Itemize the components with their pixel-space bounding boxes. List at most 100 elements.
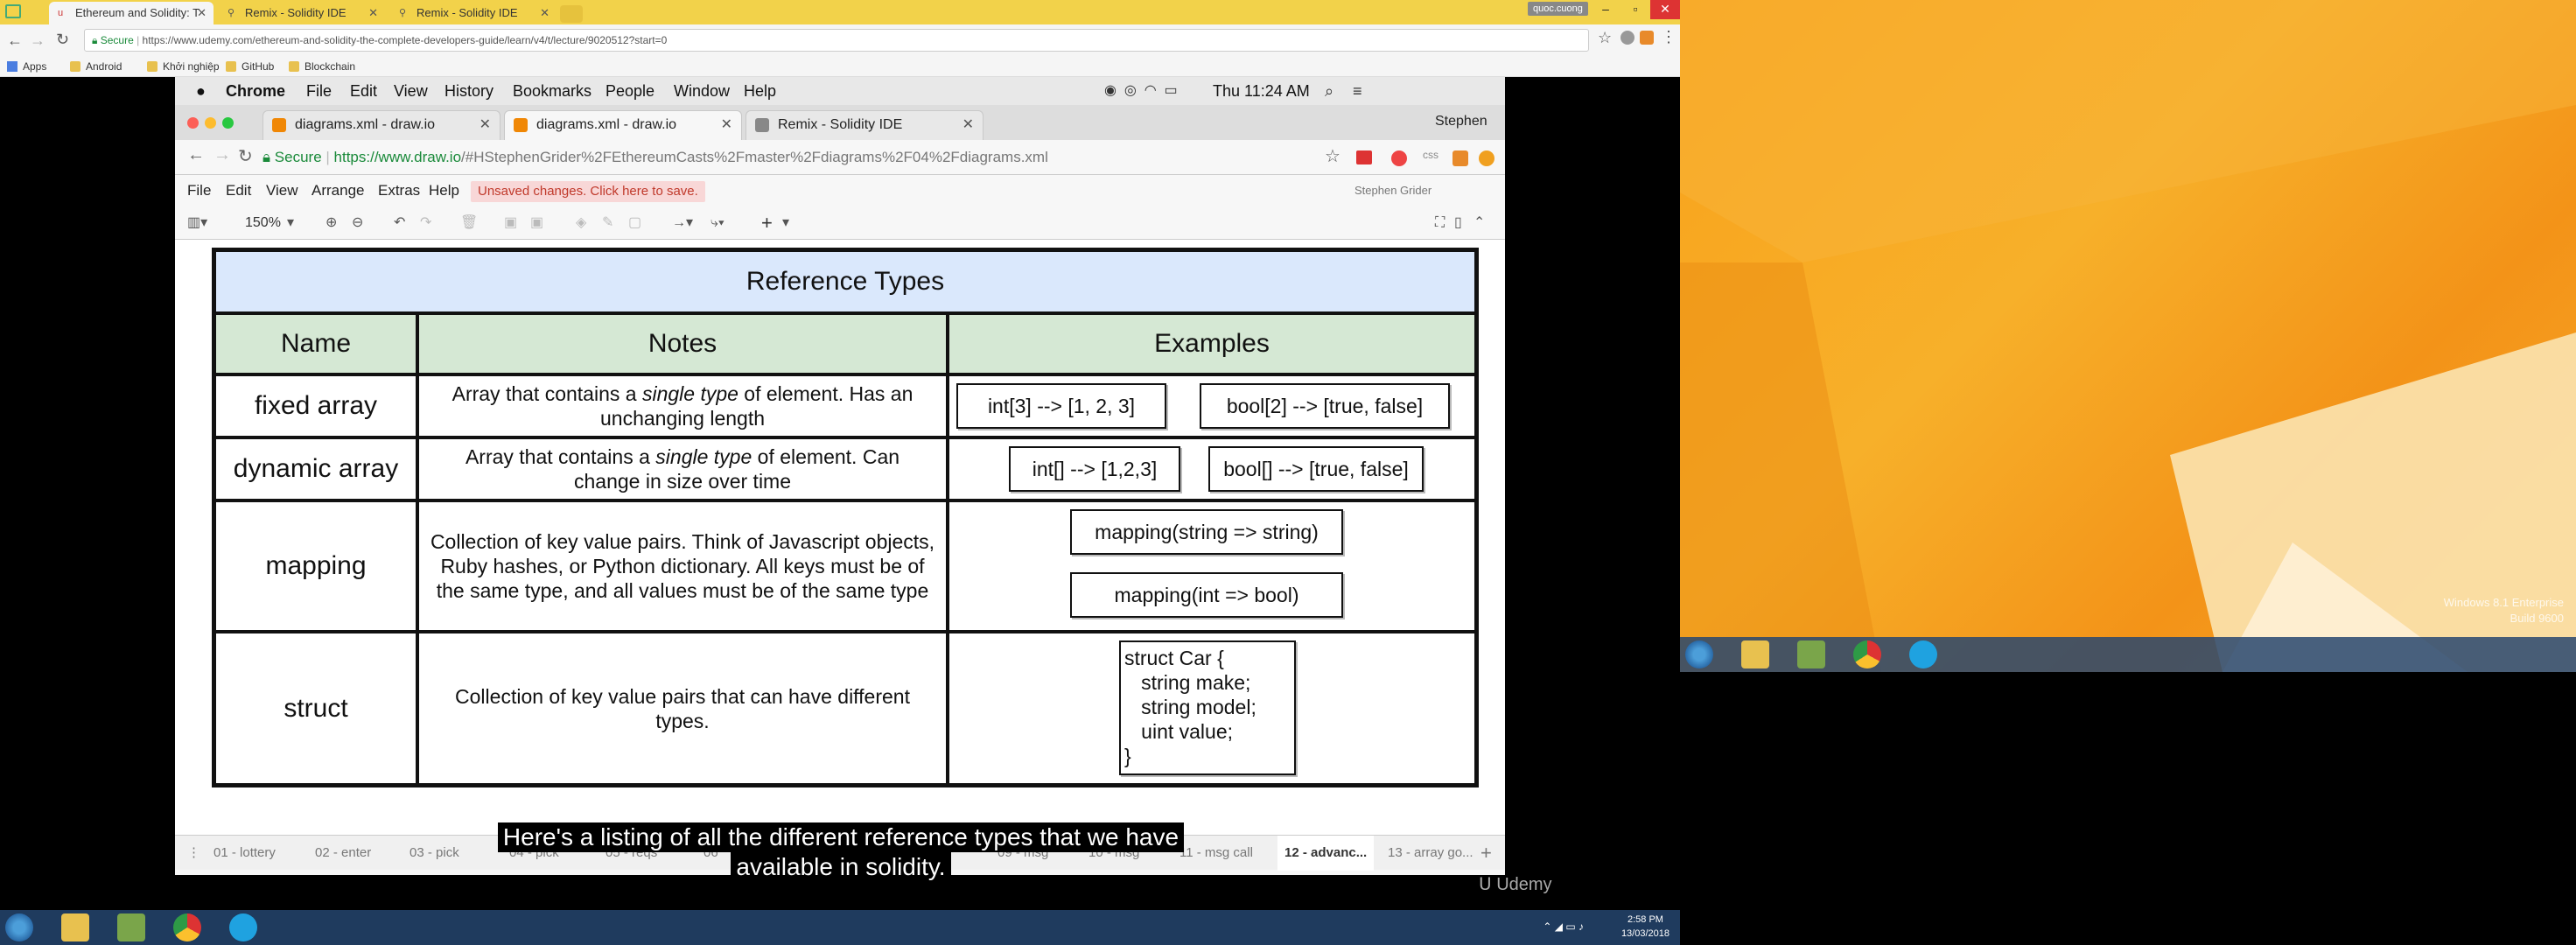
close-icon[interactable]: ✕ bbox=[197, 2, 206, 24]
extension-icon bbox=[1452, 150, 1468, 166]
header-notes: Notes bbox=[417, 313, 948, 374]
video-caption: Here's a listing of all the different re… bbox=[469, 822, 1213, 886]
lock-icon: 🔒︎ bbox=[92, 34, 101, 46]
bookmark-apps[interactable]: Apps bbox=[7, 56, 46, 77]
close-icon[interactable]: ✕ bbox=[368, 2, 378, 24]
close-icon[interactable]: ✕ bbox=[540, 2, 550, 24]
app-icon[interactable] bbox=[1797, 640, 1825, 668]
chevron-down-icon: ▾ bbox=[782, 215, 790, 230]
bookmark-github[interactable]: GitHub bbox=[226, 56, 274, 77]
zoom-dot bbox=[222, 117, 234, 129]
inner-tab-drawio-1: diagrams.xml - draw.io ✕ bbox=[262, 110, 500, 140]
close-dot bbox=[187, 117, 199, 129]
file-explorer-icon[interactable] bbox=[61, 914, 89, 942]
mac-menu-view: View bbox=[394, 82, 428, 100]
extension-icon[interactable] bbox=[1640, 31, 1654, 45]
mac-clock: Thu 11:24 AM bbox=[1213, 82, 1310, 100]
apple-icon: ● bbox=[196, 82, 206, 100]
windows-watermark: Windows 8.1 Enterprise Build 9600 bbox=[2443, 596, 2564, 625]
secure-label: Secure bbox=[100, 34, 134, 46]
mac-menu-history: History bbox=[444, 82, 494, 100]
user-badge[interactable]: quoc.cuong bbox=[1528, 2, 1588, 16]
drawio-menu-extras: Extras bbox=[378, 182, 421, 199]
redo-icon: ↷ bbox=[420, 215, 432, 230]
skype-icon[interactable] bbox=[229, 914, 257, 942]
example-box: int[3] --> [1, 2, 3] bbox=[956, 383, 1166, 429]
profile-name: Stephen bbox=[1435, 114, 1488, 129]
forward-icon[interactable]: → bbox=[30, 32, 46, 50]
drawio-menu-view: View bbox=[266, 182, 298, 199]
reload-icon: ↻ bbox=[238, 147, 253, 166]
collapse-icon: ⌃ bbox=[1474, 215, 1486, 230]
udemy-watermark: ᑌ Udemy bbox=[1479, 875, 1552, 894]
url-text: https://www.udemy.com/ethereum-and-solid… bbox=[142, 34, 668, 46]
right-monitor: Windows 8.1 Enterprise Build 9600 bbox=[1680, 0, 2576, 945]
wallpaper-shapes bbox=[1680, 0, 2576, 672]
taskbar-clock[interactable]: 2:58 PM 13/03/2018 bbox=[1621, 913, 1670, 941]
system-tray-icons[interactable]: ⌃ ◢ ▭ ♪ bbox=[1543, 920, 1584, 933]
mac-menu-bar: ● Chrome File Edit View History Bookmark… bbox=[175, 77, 1505, 105]
extension-icon[interactable] bbox=[1620, 31, 1634, 45]
reload-icon[interactable]: ↻ bbox=[56, 31, 69, 49]
mac-menu-help: Help bbox=[744, 82, 777, 100]
star-icon[interactable]: ☆ bbox=[1598, 29, 1612, 47]
app-icon[interactable] bbox=[117, 914, 145, 942]
fullscreen-icon: ⛶ bbox=[1435, 215, 1446, 230]
drawio-icon bbox=[272, 118, 286, 132]
drawio-menu-file: File bbox=[187, 182, 212, 199]
forward-icon: → bbox=[214, 145, 231, 164]
new-tab-button[interactable] bbox=[560, 5, 583, 23]
app-launcher-icon[interactable] bbox=[5, 4, 21, 18]
status-icons: ◉ ◎ ◠ ▭ bbox=[1104, 83, 1178, 98]
outer-tab-remix-2[interactable]: ⚲ Remix - Solidity IDE ✕ bbox=[390, 2, 556, 24]
waypoint-icon: ⤷▾ bbox=[710, 215, 724, 230]
example-box: int[] --> [1,2,3] bbox=[1009, 446, 1180, 492]
remix-icon bbox=[755, 118, 769, 132]
outer-address-field[interactable]: 🔒︎ Secure | https://www.udemy.com/ethere… bbox=[84, 29, 1589, 52]
row-note-dynamic-array: Array that contains a single type of ele… bbox=[417, 438, 948, 500]
unsaved-changes-notice: Unsaved changes. Click here to save. bbox=[471, 181, 705, 202]
fill-color-icon: ◈ bbox=[576, 215, 587, 230]
close-window-icon[interactable]: ✕ bbox=[1650, 0, 1680, 19]
remix-icon: ⚲ bbox=[228, 8, 235, 18]
example-box: mapping(int => bool) bbox=[1070, 572, 1343, 618]
line-color-icon: ✎ bbox=[602, 215, 614, 230]
chevron-down-icon: ▾ bbox=[287, 215, 295, 230]
page-tab: 02 - enter bbox=[315, 845, 372, 860]
inner-tab-remix: Remix - Solidity IDE ✕ bbox=[746, 110, 984, 140]
bookmark-android[interactable]: Android bbox=[70, 56, 122, 77]
drawio-menubar: File Edit View Arrange Extras Help Unsav… bbox=[175, 175, 1505, 206]
mac-menu-edit: Edit bbox=[350, 82, 378, 100]
tab-label: Remix - Solidity IDE bbox=[416, 6, 518, 19]
inner-tab-bar: diagrams.xml - draw.io ✕ diagrams.xml - … bbox=[175, 105, 1505, 140]
outer-tab-remix-1[interactable]: ⚲ Remix - Solidity IDE ✕ bbox=[219, 2, 385, 24]
search-icon: ⌕ bbox=[1325, 82, 1334, 100]
chrome-icon[interactable] bbox=[1853, 640, 1881, 668]
row-name-mapping: mapping bbox=[214, 500, 417, 632]
lock-icon: 🔒︎ bbox=[262, 149, 275, 165]
minimize-icon[interactable]: – bbox=[1591, 0, 1620, 19]
skype-icon[interactable] bbox=[1909, 640, 1937, 668]
maximize-icon[interactable]: ▫ bbox=[1620, 0, 1650, 19]
drawio-menu-edit: Edit bbox=[226, 182, 252, 199]
inner-tab-drawio-2: diagrams.xml - draw.io ✕ bbox=[504, 110, 742, 140]
outer-tab-bar: u Ethereum and Solidity: T ✕ ⚲ Remix - S… bbox=[0, 0, 1680, 24]
drawio-icon bbox=[514, 118, 528, 132]
start-button-icon[interactable] bbox=[1685, 640, 1713, 668]
drawio-menu-help: Help bbox=[429, 182, 459, 199]
bookmark-khoi-nghiep[interactable]: Khởi nghiệp bbox=[147, 56, 220, 77]
file-explorer-icon[interactable] bbox=[1741, 640, 1769, 668]
outer-tab-udemy[interactable]: u Ethereum and Solidity: T ✕ bbox=[49, 2, 214, 24]
row-name-dynamic-array: dynamic array bbox=[214, 438, 417, 500]
back-icon[interactable]: ← bbox=[7, 32, 23, 50]
close-icon: ✕ bbox=[962, 117, 974, 132]
close-icon: ✕ bbox=[479, 117, 491, 132]
bookmark-blockchain[interactable]: Blockchain bbox=[289, 56, 355, 77]
row-note-struct: Collection of key value pairs that can h… bbox=[417, 632, 948, 785]
start-button-icon[interactable] bbox=[5, 914, 33, 942]
menu-icon[interactable]: ⋮ bbox=[1661, 28, 1676, 46]
page-tab-active: 12 - advanc... bbox=[1278, 836, 1375, 871]
chrome-icon[interactable] bbox=[173, 914, 201, 942]
mac-menu-app: Chrome bbox=[226, 82, 286, 100]
minimize-dot bbox=[205, 117, 216, 129]
